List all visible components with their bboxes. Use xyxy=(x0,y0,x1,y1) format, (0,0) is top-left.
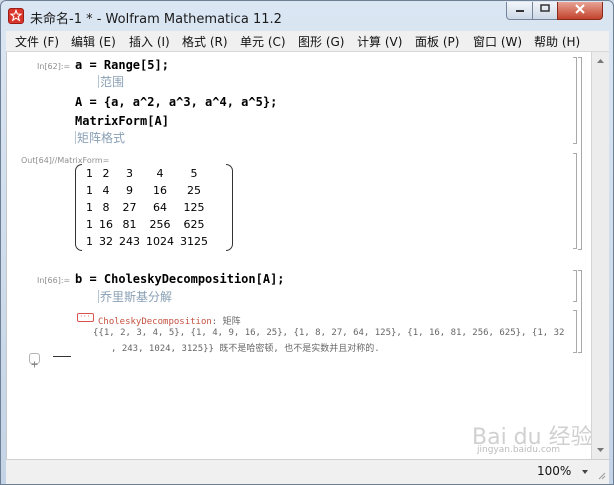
matrix-cell: 3125 xyxy=(180,235,208,248)
matrix-cell: 1 xyxy=(86,201,93,214)
matrix-cell: 3 xyxy=(126,167,133,180)
matrix-row: 1 4 9 16 25 xyxy=(83,182,211,199)
status-bar: 100% xyxy=(6,459,609,484)
input-line-cholesky[interactable]: b = CholeskyDecomposition[A]; xyxy=(75,272,285,286)
menu-help[interactable]: 帮助 (H) xyxy=(534,33,580,50)
matrix-cell: 64 xyxy=(153,201,167,214)
matrix-table: 1 2 3 4 5 1 4 9 16 25 1 8 27 64 125 1 16… xyxy=(83,165,211,250)
group-bracket-66[interactable] xyxy=(578,270,582,353)
matrix-cell: 81 xyxy=(122,218,137,231)
left-paren xyxy=(75,164,82,251)
notebook-area[interactable]: In[62]:= a = Range[5]; 范围 A = {a, a^2, a… xyxy=(6,52,592,459)
menu-bar: 文件 (F) 编辑 (E) 插入 (I) 格式 (R) 单元 (C) 图形 (G… xyxy=(6,31,609,52)
watermark-url: jingyan.baidu.com xyxy=(477,445,561,455)
comment-marker xyxy=(98,75,99,88)
cell-label-in62: In[62]:= xyxy=(37,62,71,71)
comment-matrixform: 矩阵格式 xyxy=(75,129,125,146)
cell-bracket-out64[interactable] xyxy=(573,153,577,249)
matrix-row: 1 16 81 256 625 xyxy=(83,216,211,233)
plus-icon xyxy=(31,361,38,368)
matrix-cell: 2 xyxy=(102,167,110,180)
matrix-output[interactable]: 1 2 3 4 5 1 4 9 16 25 1 8 27 64 125 1 16… xyxy=(75,164,233,251)
matrix-cell: 16 xyxy=(99,218,113,231)
comment-cholesky: 乔里斯基分解 xyxy=(98,288,172,305)
matrix-cell: 243 xyxy=(119,235,140,248)
matrix-cell: 1 xyxy=(86,235,93,248)
maximize-button[interactable] xyxy=(532,2,558,20)
menu-file[interactable]: 文件 (F) xyxy=(15,33,59,50)
message-function-name: CholeskyDecomposition xyxy=(98,317,212,327)
cell-insertion-line xyxy=(53,356,71,357)
menu-window[interactable]: 窗口 (W) xyxy=(473,33,522,50)
matrix-cell: 25 xyxy=(187,184,201,197)
matrix-cell: 5 xyxy=(190,167,198,180)
message-text-line2: , 243, 1024, 3125}} 既不是哈密顿, 也不是实数并且对称的. xyxy=(111,344,380,354)
zoom-level[interactable]: 100% xyxy=(537,464,571,478)
matrix-cell: 625 xyxy=(183,218,205,231)
comment-marker xyxy=(98,290,99,303)
message-source: CholeskyDecomposition: 矩阵 xyxy=(98,314,241,327)
matrix-cell: 4 xyxy=(156,167,164,180)
matrix-cell: 8 xyxy=(102,201,110,214)
matrix-cell: 9 xyxy=(126,184,133,197)
menu-format[interactable]: 格式 (R) xyxy=(182,33,228,50)
input-line-range[interactable]: a = Range[5]; xyxy=(75,58,169,72)
vertical-scrollbar[interactable] xyxy=(591,52,609,459)
matrix-row: 1 32 243 1024 3125 xyxy=(83,233,211,250)
matrix-cell: 256 xyxy=(149,218,171,231)
menu-palettes[interactable]: 面板 (P) xyxy=(415,33,459,50)
close-icon xyxy=(575,4,585,14)
maximize-icon xyxy=(540,4,550,12)
scroll-down-icon[interactable] xyxy=(592,444,609,456)
menu-insert[interactable]: 插入 (I) xyxy=(129,33,170,50)
menu-cell[interactable]: 单元 (C) xyxy=(240,33,286,50)
menu-evaluation[interactable]: 计算 (V) xyxy=(357,33,402,50)
minimize-icon xyxy=(515,10,524,12)
comment-cholesky-text: 乔里斯基分解 xyxy=(100,290,173,304)
message-text-line1: {{1, 2, 3, 4, 5}, {1, 4, 9, 16, 25}, {1,… xyxy=(93,328,565,338)
group-bracket-62[interactable] xyxy=(578,57,582,250)
matrix-cell: 125 xyxy=(183,201,205,214)
minimize-button[interactable] xyxy=(506,2,533,20)
message-menu-icon[interactable]: ··· xyxy=(77,313,94,322)
matrix-cell: 1 xyxy=(86,218,93,231)
input-line-matrixform[interactable]: MatrixForm[A] xyxy=(75,114,169,128)
input-line-matrix-def[interactable]: A = {a, a^2, a^3, a^4, a^5}; xyxy=(75,95,277,109)
matrix-cell: 1024 xyxy=(146,235,174,248)
mathematica-window: 未命名-1 * - Wolfram Mathematica 11.2 文件 (F… xyxy=(0,0,614,485)
message-sep: : 矩阵 xyxy=(211,317,241,327)
matrix-cell: 27 xyxy=(122,201,137,214)
add-cell-button[interactable] xyxy=(29,353,40,368)
close-button[interactable] xyxy=(557,2,603,20)
matrix-cell: 1 xyxy=(86,167,93,180)
matrix-cell: 1 xyxy=(86,184,93,197)
menu-edit[interactable]: 编辑 (E) xyxy=(71,33,116,50)
menu-graphics[interactable]: 图形 (G) xyxy=(298,33,344,50)
comment-marker xyxy=(75,131,76,144)
right-paren xyxy=(226,164,233,251)
zoom-dropdown-icon[interactable] xyxy=(582,470,588,474)
matrix-cell: 16 xyxy=(153,184,167,197)
comment-range-text: 范围 xyxy=(100,75,125,89)
mathematica-logo-icon[interactable] xyxy=(8,8,24,24)
window-title: 未命名-1 * - Wolfram Mathematica 11.2 xyxy=(30,12,282,27)
matrix-row: 1 2 3 4 5 xyxy=(83,165,211,182)
comment-range: 范围 xyxy=(98,73,124,90)
resize-grip-icon[interactable] xyxy=(596,470,606,480)
scroll-up-icon[interactable] xyxy=(592,55,609,67)
matrix-cell: 4 xyxy=(102,184,110,197)
cell-bracket-in66[interactable] xyxy=(573,270,577,302)
comment-matrixform-text: 矩阵格式 xyxy=(77,131,126,145)
cell-label-in66: In[66]:= xyxy=(37,276,71,285)
cell-bracket-in62[interactable] xyxy=(573,57,577,144)
cell-bracket-message[interactable] xyxy=(573,310,577,353)
matrix-cell: 32 xyxy=(99,235,113,248)
title-bar[interactable]: 未命名-1 * - Wolfram Mathematica 11.2 xyxy=(1,1,613,31)
matrix-row: 1 8 27 64 125 xyxy=(83,199,211,216)
